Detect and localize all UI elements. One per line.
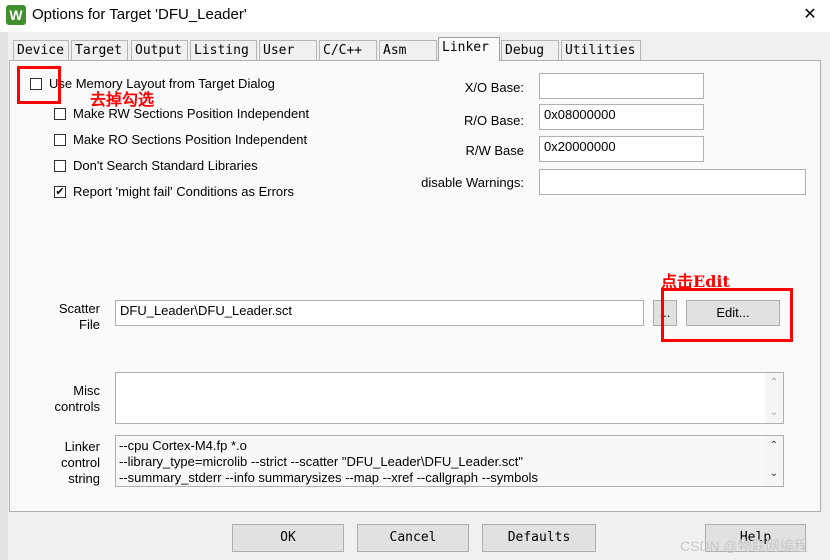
xo-base-label: X/O Base: (464, 80, 524, 95)
misc-label-line1: Misc (73, 383, 100, 398)
tab-device[interactable]: Device (13, 40, 69, 60)
misc-label-line2: controls (54, 399, 100, 414)
scroll-down-icon[interactable]: ⌄ (765, 468, 783, 479)
linker-control-line: --library_type=microlib --strict --scatt… (119, 454, 524, 469)
window-title: Options for Target 'DFU_Leader' (32, 6, 247, 23)
scatter-file-input[interactable]: DFU_Leader\DFU_Leader.sct (115, 300, 644, 326)
ro-base-label: R/O Base: (464, 113, 524, 128)
ro-base-input[interactable]: 0x08000000 (539, 104, 704, 130)
disable-warnings-input[interactable] (539, 169, 806, 195)
dont-search-std-libs-checkbox[interactable] (54, 160, 66, 172)
tab-utilities[interactable]: Utilities (561, 40, 641, 60)
scatter-label-line2: File (79, 317, 100, 332)
window-edge (0, 32, 8, 560)
watermark: CSDN @物联网编程 (680, 538, 808, 554)
scroll-down-icon[interactable]: ⌄ (765, 407, 783, 418)
linker-label-line3: string (68, 471, 100, 486)
tab-asm[interactable]: Asm (379, 40, 437, 60)
rw-base-label: R/W Base (465, 143, 524, 158)
close-button[interactable]: ✕ (796, 4, 824, 26)
close-icon: ✕ (803, 6, 817, 23)
annotation-click-edit: 点击Edit (661, 272, 730, 291)
tab-cc[interactable]: C/C++ (319, 40, 377, 60)
might-fail-errors-label: Report 'might fail' Conditions as Errors (73, 184, 294, 199)
linker-control-string[interactable]: --cpu Cortex-M4.fp *.o --library_type=mi… (115, 435, 784, 487)
might-fail-errors-checkbox[interactable]: ✔ (54, 186, 66, 198)
ro-position-independent-label: Make RO Sections Position Independent (73, 132, 308, 147)
annotation-uncheck: 去掉勾选 (90, 90, 155, 109)
scroll-up-icon[interactable]: ⌃ (765, 440, 783, 451)
tab-linker[interactable]: Linker (438, 37, 500, 61)
rw-base-input[interactable]: 0x20000000 (539, 136, 704, 162)
xo-base-input[interactable] (539, 73, 704, 99)
disable-warnings-label: disable Warnings: (421, 175, 524, 190)
linker-scrollbar[interactable]: ⌃ ⌄ (765, 436, 783, 486)
use-memory-layout-label: Use Memory Layout from Target Dialog (49, 76, 275, 91)
misc-controls-textarea[interactable]: ⌃ ⌄ (115, 372, 784, 424)
linker-control-line: --cpu Cortex-M4.fp *.o (119, 438, 247, 453)
ro-position-independent-checkbox[interactable] (54, 134, 66, 146)
tab-target[interactable]: Target (71, 40, 128, 60)
annotation-box-edit (661, 288, 793, 342)
tab-listing[interactable]: Listing (190, 40, 257, 60)
defaults-button[interactable]: Defaults (482, 524, 596, 552)
tab-user[interactable]: User (259, 40, 317, 60)
tab-output[interactable]: Output (131, 40, 188, 60)
misc-scrollbar[interactable]: ⌃ ⌄ (765, 373, 783, 423)
linker-label-line2: control (60, 455, 100, 470)
linker-control-line: --summary_stderr --info summarysizes --m… (119, 470, 538, 485)
annotation-box-checkbox (17, 66, 61, 104)
linker-label-line1: Linker (64, 439, 100, 454)
cancel-button[interactable]: Cancel (357, 524, 469, 552)
ok-button[interactable]: OK (232, 524, 344, 552)
rw-position-independent-checkbox[interactable] (54, 108, 66, 120)
checkmark-icon: ✔ (55, 186, 65, 198)
dont-search-std-libs-label: Don't Search Standard Libraries (73, 158, 258, 173)
scroll-up-icon[interactable]: ⌃ (765, 377, 783, 388)
tab-debug[interactable]: Debug (501, 40, 559, 60)
scatter-label-line1: Scatter (58, 301, 100, 316)
app-icon: W (6, 5, 26, 25)
